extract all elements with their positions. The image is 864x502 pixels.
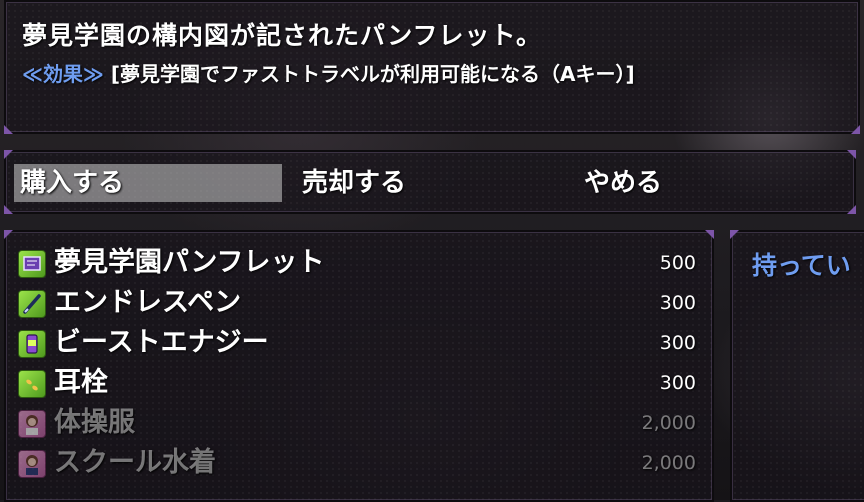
girl-portrait-icon: [18, 450, 46, 478]
item-name: 夢見学園パンフレット: [54, 247, 325, 278]
item-price: 2,000: [641, 452, 696, 474]
possession-label: 持ってい: [752, 251, 851, 280]
window-corner-ornament: [4, 150, 13, 159]
shop-command-window: 購入する 売却する やめる: [4, 150, 856, 214]
girl-portrait-icon: [18, 410, 46, 438]
shop-item-row[interactable]: 夢見学園パンフレット 500: [16, 244, 696, 282]
item-price: 300: [659, 332, 696, 354]
buy-command[interactable]: 購入する: [14, 164, 282, 202]
possession-status-window: 持ってい: [730, 230, 864, 502]
help-window: 夢見学園の構内図が記されたパンフレット。 ≪効果≫ [夢見学園でファストトラベル…: [4, 0, 860, 134]
pen-icon: [18, 290, 46, 318]
item-name: エンドレスペン: [54, 287, 242, 318]
item-name: 耳栓: [54, 367, 108, 398]
window-corner-ornament: [4, 125, 13, 134]
item-description: 夢見学園の構内図が記されたパンフレット。: [22, 21, 543, 50]
item-name: ビーストエナジー: [54, 327, 269, 358]
earplug-icon: [18, 370, 46, 398]
sell-command[interactable]: 売却する: [296, 164, 556, 202]
pamphlet-icon: [18, 250, 46, 278]
item-name: 体操服: [54, 407, 135, 438]
window-corner-ornament: [4, 230, 13, 239]
shop-item-row[interactable]: エンドレスペン 300: [16, 284, 696, 322]
energy-drink-icon: [18, 330, 46, 358]
window-corner-ornament: [4, 205, 13, 214]
shop-item-row[interactable]: 耳栓 300: [16, 364, 696, 402]
item-effect: ≪効果≫ [夢見学園でファストトラベルが利用可能になる（Aキー）]: [22, 58, 635, 87]
item-price: 300: [659, 372, 696, 394]
shop-item-list: 夢見学園パンフレット 500 エンドレスペン 300 ビーストエナジー 300 …: [4, 230, 714, 502]
window-corner-ornament: [847, 205, 856, 214]
item-price: 300: [659, 292, 696, 314]
window-corner-ornament: [705, 230, 714, 239]
item-price: 2,000: [641, 412, 696, 434]
window-corner-ornament: [847, 150, 856, 159]
cancel-command[interactable]: やめる: [578, 164, 838, 202]
item-name: スクール水着: [54, 447, 216, 478]
shop-item-row[interactable]: 体操服 2,000: [16, 404, 696, 442]
effect-text: [夢見学園でファストトラベルが利用可能になる（Aキー）]: [103, 62, 635, 86]
effect-label: ≪効果≫: [22, 62, 104, 86]
window-corner-ornament: [730, 230, 739, 239]
shop-item-row[interactable]: スクール水着 2,000: [16, 444, 696, 482]
window-corner-ornament: [851, 125, 860, 134]
item-price: 500: [659, 252, 696, 274]
shop-item-row[interactable]: ビーストエナジー 300: [16, 324, 696, 362]
